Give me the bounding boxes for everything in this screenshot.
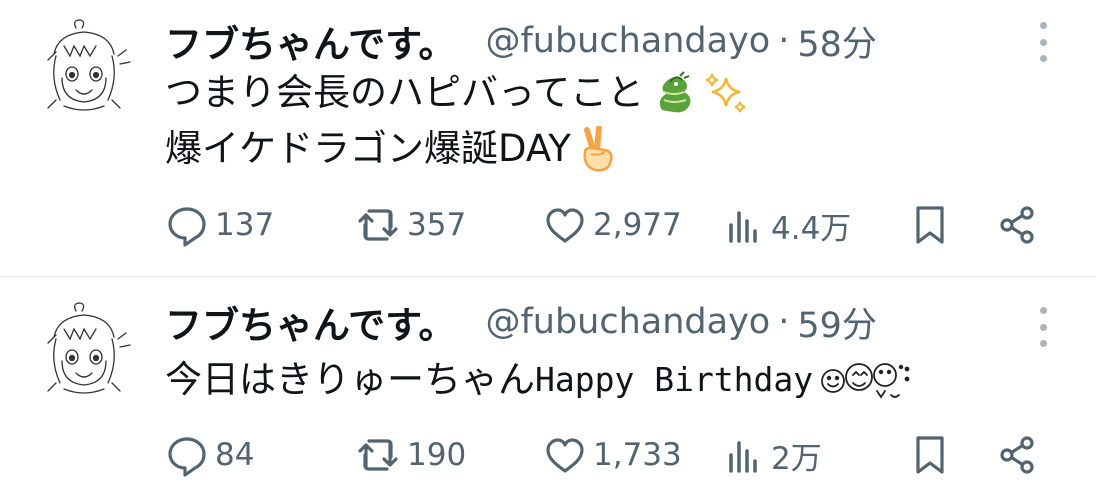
avatar-sketch-icon: [47, 19, 131, 111]
retweet-icon: [358, 209, 398, 241]
reply-button[interactable]: 84: [165, 430, 254, 480]
share-button[interactable]: [997, 200, 1039, 250]
like-count: 1,733: [593, 437, 682, 473]
more-options-icon[interactable]: [1030, 307, 1056, 347]
kaomoji-faces: [819, 357, 915, 403]
tweet-text-line: 今日はきりゅーちゃん Happy Birthday: [165, 357, 915, 403]
like-icon: [546, 438, 584, 473]
author-handle[interactable]: @fubuchandayo: [485, 21, 770, 61]
share-icon: [1000, 206, 1034, 244]
retweet-count: 190: [407, 437, 467, 473]
like-button[interactable]: 2,977: [543, 200, 682, 250]
bookmark-button[interactable]: [911, 200, 949, 250]
retweet-icon: [358, 439, 398, 471]
tweet-header: フブちゃんです。 @fubuchandayo · 58分: [165, 16, 877, 66]
tweet-header: フブちゃんです。 @fubuchandayo · 59分: [165, 297, 877, 347]
views-icon: [729, 441, 757, 473]
retweet-button[interactable]: 190: [355, 430, 466, 480]
reply-count: 137: [215, 207, 275, 243]
tweet-text-jp: 今日はきりゅーちゃん: [165, 358, 535, 401]
tweet-text: つまり会長のハピバってこと: [165, 71, 645, 114]
retweet-button[interactable]: 357: [355, 200, 466, 250]
reply-icon: [168, 207, 206, 247]
bookmark-icon: [916, 436, 944, 474]
like-button[interactable]: 1,733: [543, 430, 682, 480]
tweet-actions: 84 190 1,733 2万: [165, 430, 1045, 480]
tweet[interactable]: フブちゃんです。 @fubuchandayo · 58分 つまり会長のハピバって…: [0, 0, 1096, 276]
tweet[interactable]: フブちゃんです。 @fubuchandayo · 59分 今日はきりゅーちゃん …: [0, 277, 1096, 502]
bookmark-button[interactable]: [911, 430, 949, 480]
avatar-sketch-icon: [47, 302, 131, 394]
tweet-text-line: 爆イケドラゴン爆誕DAY: [165, 126, 619, 172]
tweet-text: 爆イケドラゴン爆誕DAY: [165, 127, 571, 170]
tweet-text-en: Happy Birthday: [535, 360, 814, 399]
avatar[interactable]: [34, 16, 134, 116]
tweet-actions: 137 357 2,977 4.4万: [165, 200, 1045, 250]
author-name[interactable]: フブちゃんです。: [165, 295, 455, 349]
separator-dot: ·: [778, 21, 790, 61]
views-button[interactable]: 2万: [725, 430, 822, 480]
retweet-count: 357: [407, 207, 467, 243]
like-icon: [546, 208, 584, 243]
timestamp[interactable]: 59分: [797, 297, 877, 348]
tweet-text-line: つまり会長のハピバってこと: [165, 70, 748, 116]
victory-hand-emoji: [577, 126, 619, 172]
views-icon: [729, 211, 757, 243]
author-handle[interactable]: @fubuchandayo: [485, 302, 770, 342]
views-count: 4.4万: [771, 210, 852, 247]
timestamp[interactable]: 58分: [797, 16, 877, 67]
views-button[interactable]: 4.4万: [725, 200, 851, 250]
separator-dot: ·: [778, 302, 790, 342]
avatar[interactable]: [34, 299, 134, 399]
reply-button[interactable]: 137: [165, 200, 274, 250]
bookmark-icon: [916, 206, 944, 244]
share-icon: [1000, 436, 1034, 474]
author-name[interactable]: フブちゃんです。: [165, 14, 455, 68]
views-count: 2万: [771, 440, 822, 477]
reply-icon: [168, 437, 206, 477]
reply-count: 84: [215, 437, 255, 473]
more-options-icon[interactable]: [1030, 22, 1056, 62]
like-count: 2,977: [593, 207, 682, 243]
dragon-emoji: [650, 70, 696, 116]
sparkles-emoji: [702, 70, 748, 116]
share-button[interactable]: [997, 430, 1039, 480]
